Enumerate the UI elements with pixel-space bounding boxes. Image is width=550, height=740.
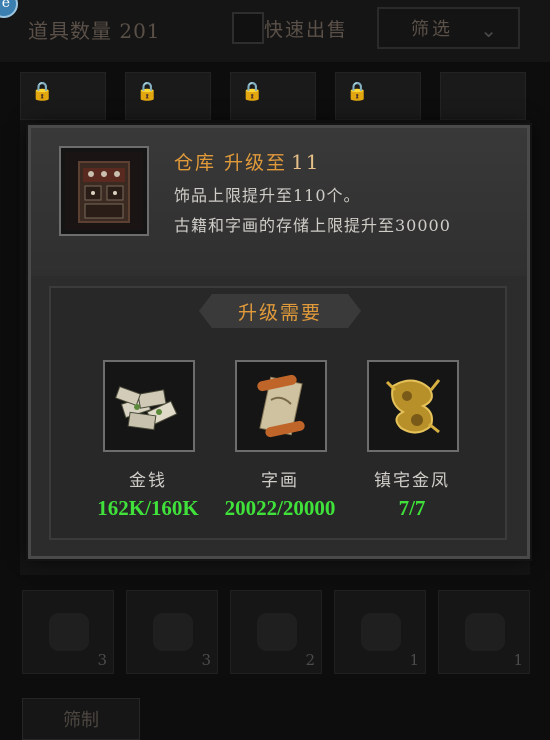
locked-slot[interactable]: 🔒 — [335, 72, 421, 120]
item-icon — [361, 613, 401, 651]
lock-icon: 🔒 — [136, 81, 159, 102]
upgrade-desc-1: 饰品上限提升至110个。 — [174, 186, 361, 205]
lock-icon: 🔒 — [31, 81, 54, 102]
upgrade-title-text: 仓库 升级至 — [174, 152, 288, 174]
requirements-header: 升级需要 — [199, 294, 361, 328]
item-icon — [465, 613, 505, 651]
locked-slot[interactable]: 🔒 — [230, 72, 316, 120]
scroll-painting-icon — [235, 360, 327, 452]
locked-slots-row: 🔒 🔒 🔒 🔒 — [20, 72, 530, 120]
upgrade-desc-2: 古籍和字画的存储上限提升至30000 — [174, 216, 451, 235]
filter-label: 筛选 — [411, 19, 453, 40]
slot-count: 3 — [201, 651, 211, 669]
inventory-slot[interactable]: 1 — [334, 590, 426, 674]
slot-count: 1 — [409, 651, 419, 669]
warehouse-thumbnail — [59, 146, 149, 236]
upgrade-dialog: 仓库 升级至 11 饰品上限提升至110个。 古籍和字画的存储上限提升至30000… — [28, 125, 530, 559]
warehouse-cabinet-icon — [65, 152, 143, 230]
lock-icon: 🔒 — [346, 81, 369, 102]
bottom-tab[interactable]: 筛制 — [22, 698, 140, 740]
locked-slot[interactable] — [440, 72, 526, 120]
slot-count: 3 — [97, 651, 107, 669]
golden-phoenix-icon — [367, 360, 459, 452]
inventory-slot[interactable]: 3 — [126, 590, 218, 674]
item-icon — [49, 613, 89, 651]
quick-sell-checkbox[interactable] — [232, 12, 264, 44]
requirements-panel: 升级需要 金钱 162K/160K 字画 20022/20000 镇宅金凤 7/… — [49, 286, 507, 540]
requirement-name: 金钱 — [129, 471, 167, 491]
item-icon — [257, 613, 297, 651]
requirement-name: 镇宅金凤 — [374, 471, 450, 491]
requirement-value: 7/7 — [398, 496, 426, 520]
quick-sell-label: 快速出售 — [264, 19, 349, 41]
money-icon — [103, 360, 195, 452]
lock-icon: 🔒 — [241, 81, 264, 102]
item-count: 道具数量 201 — [28, 19, 161, 43]
locked-slot[interactable]: 🔒 — [20, 72, 106, 120]
filter-dropdown[interactable]: 筛选 ⌄ — [377, 7, 520, 49]
upgrade-title: 仓库 升级至 11 — [174, 148, 321, 175]
inventory-slot[interactable]: 3 — [22, 590, 114, 674]
inventory-slot[interactable]: 2 — [230, 590, 322, 674]
upgrade-level: 11 — [291, 150, 321, 174]
slot-count: 1 — [513, 651, 523, 669]
chevron-down-icon: ⌄ — [480, 18, 500, 42]
upgrade-info-section: 仓库 升级至 11 饰品上限提升至110个。 古籍和字画的存储上限提升至30000 — [31, 128, 527, 276]
item-icon — [153, 613, 193, 651]
slot-count: 2 — [305, 651, 315, 669]
inventory-slot[interactable]: 1 — [438, 590, 530, 674]
requirement-name: 字画 — [261, 471, 299, 491]
locked-slot[interactable]: 🔒 — [125, 72, 211, 120]
inventory-items-row: 3 3 2 1 1 — [22, 590, 532, 674]
